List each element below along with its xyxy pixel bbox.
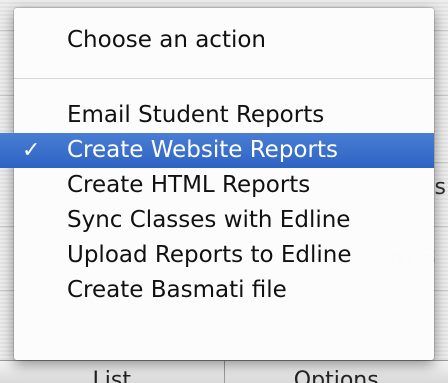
menu-item-label: Sync Classes with Edline [67, 207, 351, 233]
menu-item-create-html-reports[interactable]: Create HTML Reports [14, 168, 434, 203]
menu-item-label: Create Website Reports [67, 137, 338, 163]
menu-item-label: Create HTML Reports [67, 172, 311, 198]
menu-item-upload-reports-to-edline[interactable]: Upload Reports to Edline [14, 238, 434, 273]
list-button[interactable]: List [0, 361, 225, 383]
menu-item-label: Create Basmati file [67, 277, 287, 303]
menu-item-create-website-reports[interactable]: ✓ Create Website Reports [0, 133, 434, 168]
menu-title: Choose an action [67, 27, 267, 53]
bottom-button-bar: List Options [0, 360, 448, 383]
menu-item-label: Upload Reports to Edline [67, 242, 352, 268]
action-popup-menu[interactable]: Choose an action Email Student Reports ✓… [0, 8, 434, 360]
menu-item-label: Email Student Reports [67, 102, 325, 128]
menu-item-email-student-reports[interactable]: Email Student Reports [14, 98, 434, 133]
menu-separator [14, 78, 434, 79]
options-button[interactable]: Options [225, 361, 448, 383]
background-edge-text: s [434, 175, 446, 200]
menu-item-create-basmati-file[interactable]: Create Basmati file [14, 273, 434, 308]
menu-item-sync-classes-with-edline[interactable]: Sync Classes with Edline [14, 203, 434, 238]
checkmark-icon: ✓ [22, 138, 41, 163]
